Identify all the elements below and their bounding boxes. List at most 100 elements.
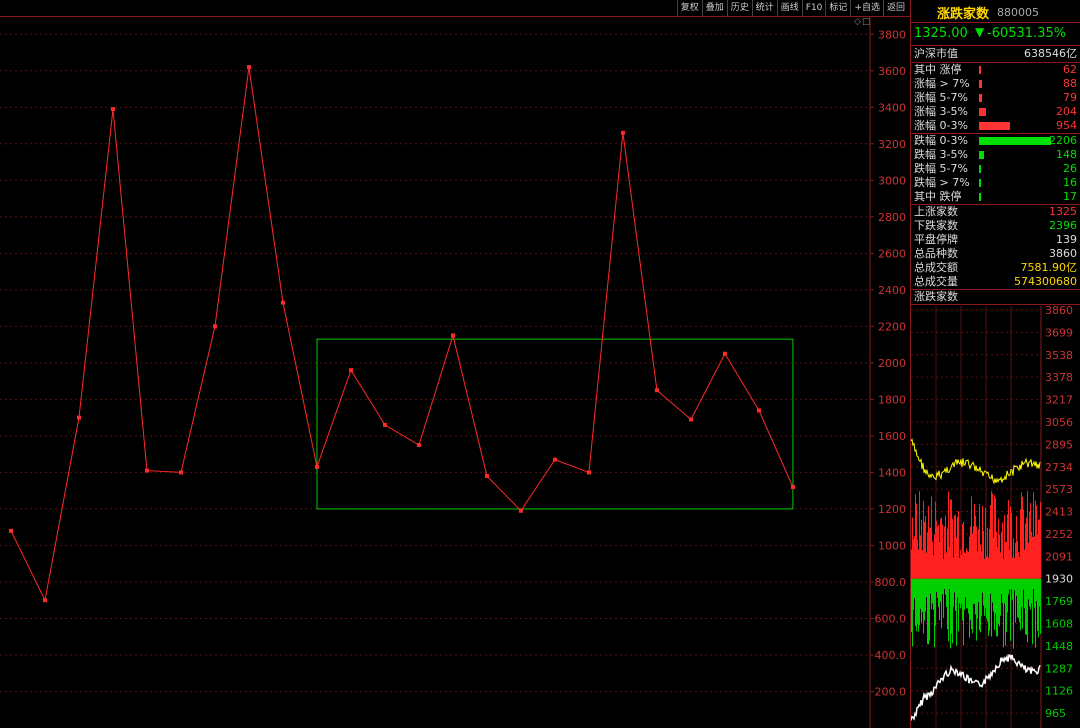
stat-label: 跌幅 5-7% <box>914 162 968 175</box>
mini-white-line <box>911 653 1041 721</box>
stat-bar <box>979 137 1051 145</box>
market-cap-row: 沪深市值 638546亿 <box>911 46 1080 63</box>
toolbar-buttons: 复权 叠加 历史 统计 画线 F10 标记 +自选 返回 <box>676 0 908 16</box>
toolbar-button[interactable]: 叠加 <box>701 0 727 16</box>
y-tick-label: 3400 <box>878 101 906 114</box>
y-tick-label: 2200 <box>878 320 906 333</box>
stat-bar <box>979 193 981 201</box>
data-point <box>450 333 455 338</box>
stat-label: 平盘停牌 <box>914 233 958 246</box>
rise-rows: 其中 涨停 62 涨幅 > 7% 88 涨幅 5-7% 79 涨幅 3-5% 204 涨幅 0-… <box>911 63 1080 134</box>
stat-row: 总品种数 3860 <box>911 247 1080 261</box>
data-point <box>348 368 353 373</box>
mini-tick-label: 2252 <box>1045 528 1073 541</box>
market-cap-label: 沪深市值 <box>914 47 958 60</box>
panel-code: 880005 <box>997 6 1039 19</box>
y-tick-label: 2400 <box>878 284 906 297</box>
toolbar: 复权 叠加 历史 统计 画线 F10 标记 +自选 返回 <box>0 0 910 17</box>
stat-value: 16 <box>1063 176 1077 189</box>
stat-label: 跌幅 0-3% <box>914 134 968 147</box>
highlight-box <box>316 338 794 510</box>
y-tick-label: 3600 <box>878 65 906 78</box>
quote-row: 1325.00 ▼ -60531.35% <box>911 23 1080 46</box>
y-tick-label: 1600 <box>878 430 906 443</box>
data-point <box>654 388 659 393</box>
y-tick-label: 800.0 <box>875 576 907 589</box>
toolbar-button[interactable]: 统计 <box>751 0 777 16</box>
stat-row: 跌幅 > 7% 16 <box>911 176 1080 190</box>
toolbar-button[interactable]: 返回 <box>882 0 908 16</box>
toolbar-button[interactable]: 画线 <box>776 0 802 16</box>
stat-label: 跌幅 3-5% <box>914 148 968 161</box>
stat-label: 涨幅 3-5% <box>914 105 968 118</box>
y-tick-label: 3200 <box>878 138 906 151</box>
change-value: -60531.35% <box>987 26 1067 41</box>
stat-value: 954 <box>1056 119 1077 132</box>
stat-bar <box>979 165 981 173</box>
stat-label: 总成交额 <box>914 261 958 274</box>
y-tick-label: 3800 <box>878 28 906 41</box>
data-point <box>76 415 81 420</box>
y-tick-label: 2000 <box>878 357 906 370</box>
stat-row: 总成交量 574300680 <box>911 275 1080 289</box>
stat-value: 574300680 <box>1014 275 1077 288</box>
data-point <box>484 474 489 479</box>
y-tick-label: 1000 <box>878 539 906 552</box>
toolbar-button[interactable]: +自选 <box>850 0 883 16</box>
mini-tick-label: 2413 <box>1045 506 1073 519</box>
mini-tick-label: 1287 <box>1045 662 1073 675</box>
y-tick-label: 400.0 <box>875 649 907 662</box>
mini-tick-label: 3378 <box>1045 371 1073 384</box>
stat-value: 204 <box>1056 105 1077 118</box>
data-point <box>416 443 421 448</box>
toolbar-button[interactable]: F10 <box>801 0 826 16</box>
data-point <box>620 130 625 135</box>
stat-row: 平盘停牌 139 <box>911 233 1080 247</box>
stat-value: 88 <box>1063 77 1077 90</box>
right-panel: 涨跌家数 880005 1325.00 ▼ -60531.35% 沪深市值 63… <box>910 0 1080 728</box>
toolbar-button[interactable]: 历史 <box>726 0 752 16</box>
stat-row: 跌幅 3-5% 148 <box>911 148 1080 162</box>
data-point <box>586 470 591 475</box>
stat-row: 涨幅 3-5% 204 <box>911 105 1080 119</box>
stat-row: 总成交额 7581.90亿 <box>911 261 1080 275</box>
data-point <box>518 508 523 513</box>
data-point <box>722 351 727 356</box>
toolbar-button[interactable]: 复权 <box>676 0 702 16</box>
mini-tick-label: 2573 <box>1045 483 1073 496</box>
toolbar-button[interactable]: 标记 <box>825 0 850 16</box>
stat-label: 总品种数 <box>914 247 958 260</box>
stat-bar <box>979 151 984 159</box>
stat-row: 涨幅 0-3% 954 <box>911 119 1080 133</box>
mini-tick-label: 2895 <box>1045 438 1073 451</box>
y-tick-label: 600.0 <box>875 612 907 625</box>
stat-row: 上涨家数 1325 <box>911 205 1080 219</box>
stat-label: 下跌家数 <box>914 219 958 232</box>
y-tick-label: 1200 <box>878 503 906 516</box>
data-point <box>42 598 47 603</box>
y-tick-label: 1400 <box>878 466 906 479</box>
y-tick-label: 1800 <box>878 393 906 406</box>
mini-tick-label: 2091 <box>1045 550 1073 563</box>
mini-tick-label: 965 <box>1045 707 1066 720</box>
data-point <box>790 485 795 490</box>
data-point <box>110 107 115 112</box>
data-point <box>212 324 217 329</box>
mini-chart: 3860 3699 3538 3378 3217 3056 2895 2734 2573 2413… <box>911 306 1073 728</box>
mini-tick-label: 2734 <box>1045 461 1073 474</box>
stat-row: 其中 涨停 62 <box>911 63 1080 77</box>
data-point <box>9 528 13 533</box>
data-point <box>382 422 387 427</box>
stat-bar <box>979 179 981 187</box>
summary-rows: 上涨家数 1325 下跌家数 2396 平盘停牌 139 总品种数 3860 总成交额 7581.… <box>911 205 1080 290</box>
stat-label: 其中 涨停 <box>914 63 962 76</box>
window-icon: □ <box>862 17 871 27</box>
mini-tick-label: 3538 <box>1045 349 1073 362</box>
data-point <box>688 417 693 422</box>
data-point <box>552 457 557 462</box>
stat-value: 2396 <box>1049 219 1077 232</box>
data-point <box>280 300 285 305</box>
stat-row: 跌幅 0-3% 2206 <box>911 134 1080 148</box>
stat-label: 涨幅 > 7% <box>914 77 970 90</box>
stat-row: 涨幅 5-7% 79 <box>911 91 1080 105</box>
